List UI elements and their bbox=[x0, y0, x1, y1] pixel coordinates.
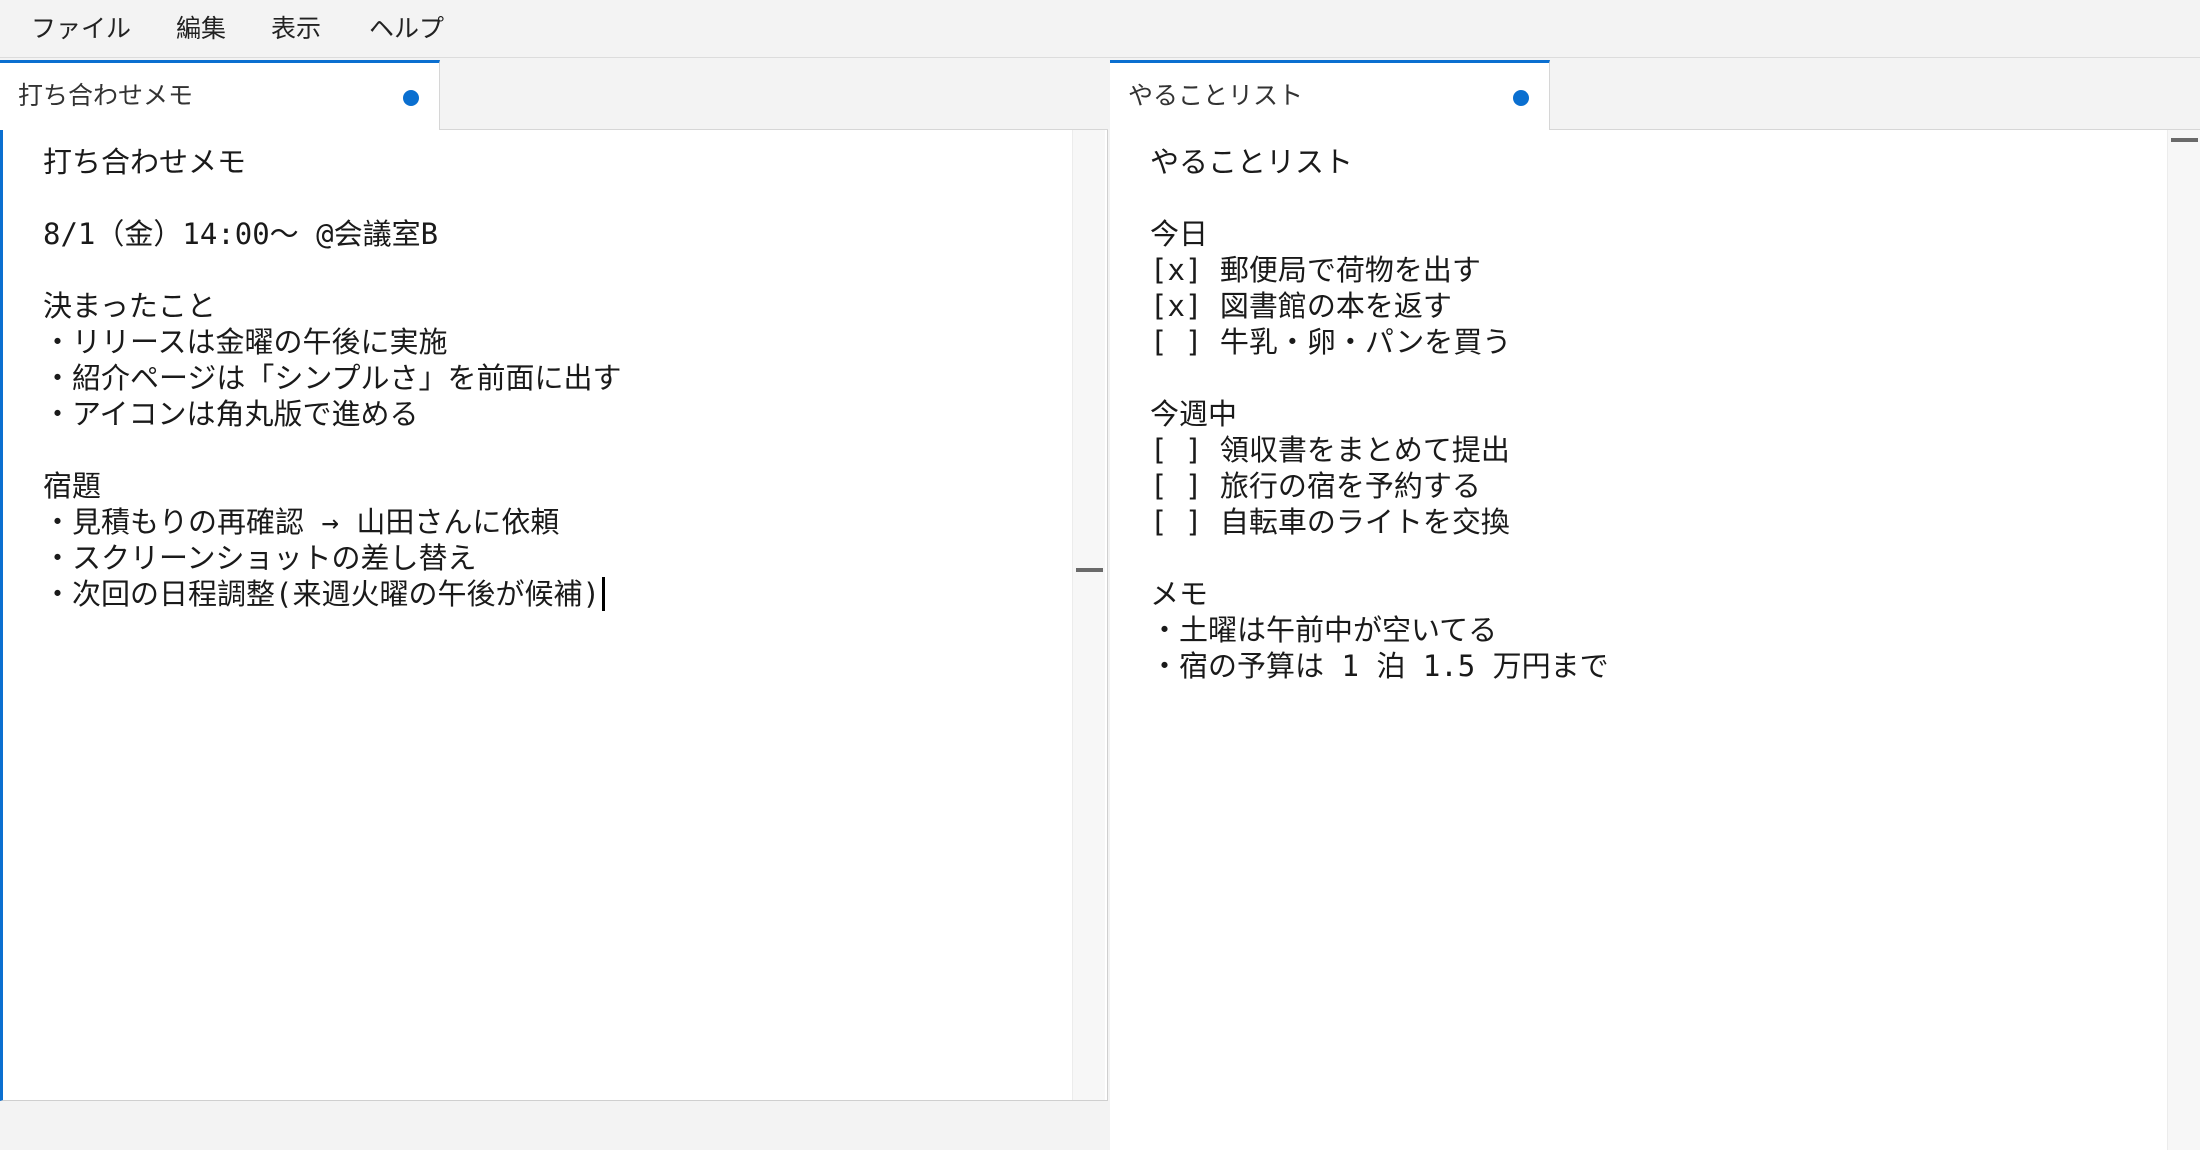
right-text-editor[interactable]: やることリスト 今日 [x] 郵便局で荷物を出す [x] 図書館の本を返す [ … bbox=[1110, 130, 2200, 1150]
right-tab-strip: やることリスト bbox=[1110, 58, 2200, 130]
menu-help[interactable]: ヘルプ bbox=[369, 0, 444, 58]
left-scrollbar-thumb[interactable] bbox=[1076, 568, 1103, 572]
tab-todo-list[interactable]: やることリスト bbox=[1110, 60, 1550, 130]
left-editor-text[interactable]: 打ち合わせメモ 8/1（金）14:00〜 @会議室B 決まったこと ・リリースは… bbox=[43, 144, 622, 612]
left-editor-pane: 打ち合わせメモ 打ち合わせメモ 8/1（金）14:00〜 @会議室B 決まったこ… bbox=[0, 58, 1108, 1101]
left-editor-content: 打ち合わせメモ 8/1（金）14:00〜 @会議室B 決まったこと ・リリースは… bbox=[43, 145, 622, 611]
text-caret bbox=[601, 577, 605, 611]
left-tab-strip: 打ち合わせメモ bbox=[0, 58, 1108, 130]
unsaved-dot-icon[interactable] bbox=[403, 90, 419, 106]
menu-edit[interactable]: 編集 bbox=[176, 0, 226, 58]
left-scrollbar[interactable] bbox=[1072, 130, 1105, 1100]
unsaved-dot-icon[interactable] bbox=[1513, 90, 1529, 106]
right-editor-content: やることリスト 今日 [x] 郵便局で荷物を出す [x] 図書館の本を返す [ … bbox=[1150, 145, 1609, 683]
right-editor-text[interactable]: やることリスト 今日 [x] 郵便局で荷物を出す [x] 図書館の本を返す [ … bbox=[1150, 144, 1609, 684]
left-text-editor[interactable]: 打ち合わせメモ 8/1（金）14:00〜 @会議室B 決まったこと ・リリースは… bbox=[0, 130, 1108, 1101]
right-scrollbar[interactable] bbox=[2167, 130, 2200, 1150]
tab-meeting-notes[interactable]: 打ち合わせメモ bbox=[0, 60, 440, 130]
menu-bar: ファイル 編集 表示 ヘルプ bbox=[0, 0, 2200, 58]
menu-view[interactable]: 表示 bbox=[271, 0, 321, 58]
tab-label: 打ち合わせメモ bbox=[18, 81, 194, 110]
status-bar bbox=[0, 1101, 1108, 1150]
menu-file[interactable]: ファイル bbox=[31, 0, 131, 58]
right-scrollbar-thumb[interactable] bbox=[2171, 138, 2198, 142]
tab-label: やることリスト bbox=[1128, 81, 1304, 110]
right-editor-pane: やることリスト やることリスト 今日 [x] 郵便局で荷物を出す [x] 図書館… bbox=[1110, 58, 2200, 1150]
